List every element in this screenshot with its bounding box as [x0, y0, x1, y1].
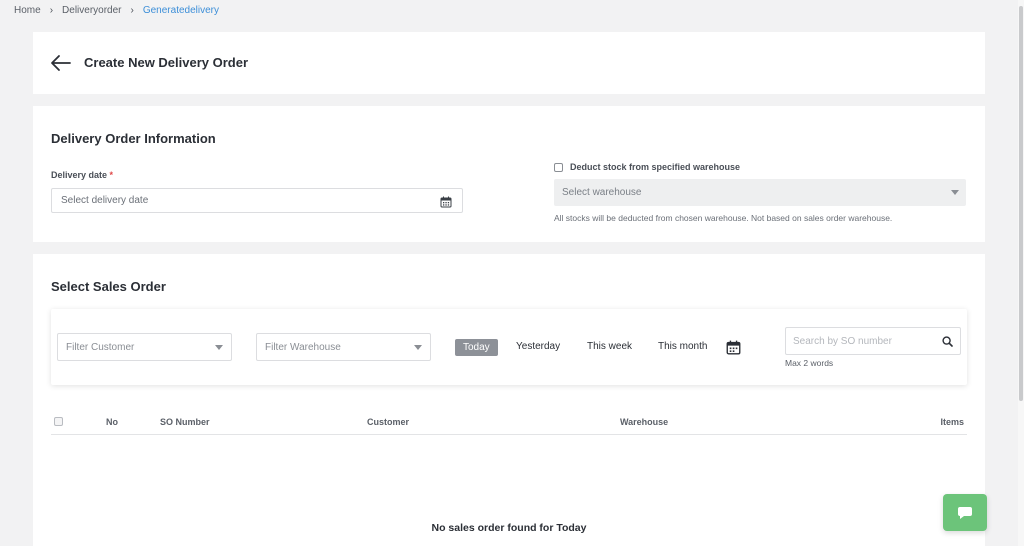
delivery-date-input[interactable]: Select delivery date [51, 188, 463, 213]
deduct-stock-checkbox[interactable] [554, 162, 563, 172]
deduct-stock-row: Deduct stock from specified warehouse [554, 162, 740, 172]
breadcrumb-deliveryorder[interactable]: Deliveryorder [62, 5, 121, 16]
range-today-button[interactable]: Today [455, 339, 498, 356]
column-items: Items [940, 417, 964, 427]
so-search-input[interactable]: Search by SO number [785, 327, 961, 355]
caret-down-icon [951, 190, 959, 195]
header-card: Create New Delivery Order [33, 32, 985, 94]
deduct-stock-label[interactable]: Deduct stock from specified warehouse [570, 162, 740, 172]
arrow-left-icon[interactable] [50, 53, 72, 73]
sales-order-card: Select Sales Order Filter Customer Filte… [33, 254, 985, 546]
calendar-icon[interactable] [726, 340, 741, 355]
warehouse-select[interactable]: Select warehouse [554, 179, 966, 206]
filter-customer-placeholder: Filter Customer [66, 341, 135, 353]
caret-down-icon [414, 345, 422, 350]
breadcrumb-current: Generatedelivery [142, 5, 219, 16]
chevron-right-icon: › [130, 5, 134, 16]
caret-down-icon [215, 345, 223, 350]
scrollbar-thumb[interactable] [1019, 6, 1023, 401]
required-mark: * [109, 170, 114, 180]
range-yesterday-button[interactable]: Yesterday [516, 341, 560, 352]
section-title-delivery-info: Delivery Order Information [51, 131, 216, 146]
column-customer: Customer [367, 417, 410, 427]
delivery-date-label-text: Delivery date [51, 170, 108, 180]
page-scrollbar[interactable] [1018, 0, 1024, 546]
column-warehouse: Warehouse [620, 417, 669, 427]
orders-table-header: No SO Number Customer Warehouse Items [51, 415, 967, 435]
empty-state-message: No sales order found for Today [431, 522, 587, 534]
column-no: No [106, 417, 118, 427]
so-search-placeholder: Search by SO number [793, 335, 892, 347]
filter-warehouse-placeholder: Filter Warehouse [265, 341, 341, 353]
filter-customer-select[interactable]: Filter Customer [57, 333, 232, 361]
range-this-week-button[interactable]: This week [587, 341, 632, 352]
calendar-icon[interactable] [440, 196, 452, 208]
search-hint: Max 2 words [785, 358, 834, 368]
delivery-info-card: Delivery Order Information Delivery date… [33, 106, 985, 242]
delivery-date-placeholder: Select delivery date [61, 195, 149, 206]
warehouse-select-placeholder: Select warehouse [562, 187, 642, 198]
search-icon[interactable] [942, 336, 953, 347]
column-so-number: SO Number [160, 417, 210, 427]
range-this-month-button[interactable]: This month [658, 341, 707, 352]
breadcrumb-home[interactable]: Home [14, 5, 41, 16]
section-title-sales-order: Select Sales Order [51, 279, 166, 294]
filter-warehouse-select[interactable]: Filter Warehouse [256, 333, 431, 361]
select-all-checkbox[interactable] [54, 417, 63, 426]
chat-button[interactable] [943, 494, 987, 531]
chevron-right-icon: › [49, 5, 54, 16]
warehouse-hint: All stocks will be deducted from chosen … [554, 213, 893, 223]
chat-bubble-icon [958, 506, 972, 519]
breadcrumb: Home › Deliveryorder › Generatedelivery [14, 5, 219, 16]
delivery-date-label: Delivery date * [51, 170, 113, 180]
filter-panel: Filter Customer Filter Warehouse Today Y… [51, 309, 967, 385]
page-title: Create New Delivery Order [84, 55, 249, 70]
